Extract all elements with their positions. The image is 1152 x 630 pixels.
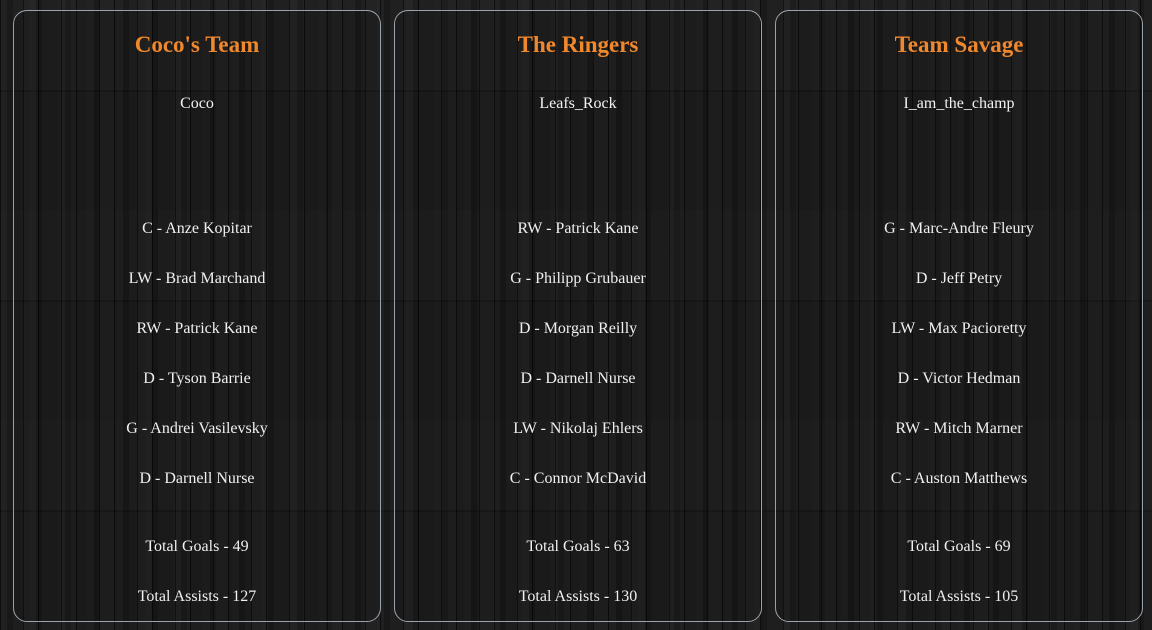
player-item: D - Tyson Barrie [143,370,251,387]
player-item: LW - Brad Marchand [128,270,266,287]
player-item: RW - Patrick Kane [136,320,258,337]
player-item: LW - Nikolaj Ehlers [513,420,643,437]
team-owner: I_am_the_champ [903,95,1015,112]
team-owner: Coco [180,95,214,112]
player-list: C - Anze Kopitar LW - Brad Marchand RW -… [14,219,380,519]
team-card-the-ringers: The Ringers Leafs_Rock RW - Patrick Kane… [394,10,762,622]
player-item: D - Darnell Nurse [520,370,636,387]
total-goals: Total Goals - 49 [145,538,249,555]
total-assists: Total Assists - 130 [518,588,638,605]
total-assists: Total Assists - 127 [137,588,257,605]
player-item: C - Anze Kopitar [142,220,252,237]
player-list: RW - Patrick Kane G - Philipp Grubauer D… [395,219,761,519]
player-item: RW - Patrick Kane [517,220,639,237]
player-list: G - Marc-Andre Fleury D - Jeff Petry LW … [776,219,1142,519]
player-item: C - Connor McDavid [509,470,647,487]
team-card-cocos-team: Coco's Team Coco C - Anze Kopitar LW - B… [13,10,381,622]
team-card-team-savage: Team Savage I_am_the_champ G - Marc-Andr… [775,10,1143,622]
player-item: D - Victor Hedman [897,370,1021,387]
player-item: G - Andrei Vasilevsky [126,420,268,437]
total-goals: Total Goals - 69 [907,538,1011,555]
total-goals: Total Goals - 63 [526,538,630,555]
player-item: LW - Max Pacioretty [891,320,1027,337]
player-item: D - Morgan Reilly [518,320,638,337]
team-name: Coco's Team [134,32,260,57]
player-item: D - Jeff Petry [915,270,1003,287]
player-item: G - Marc-Andre Fleury [884,220,1034,237]
total-assists: Total Assists - 105 [899,588,1019,605]
team-owner: Leafs_Rock [539,95,617,112]
player-item: C - Auston Matthews [890,470,1028,487]
team-name: Team Savage [894,32,1024,57]
player-item: G - Philipp Grubauer [510,270,646,287]
team-name: The Ringers [517,32,639,57]
player-item: D - Darnell Nurse [139,470,255,487]
player-item: RW - Mitch Marner [895,420,1023,437]
